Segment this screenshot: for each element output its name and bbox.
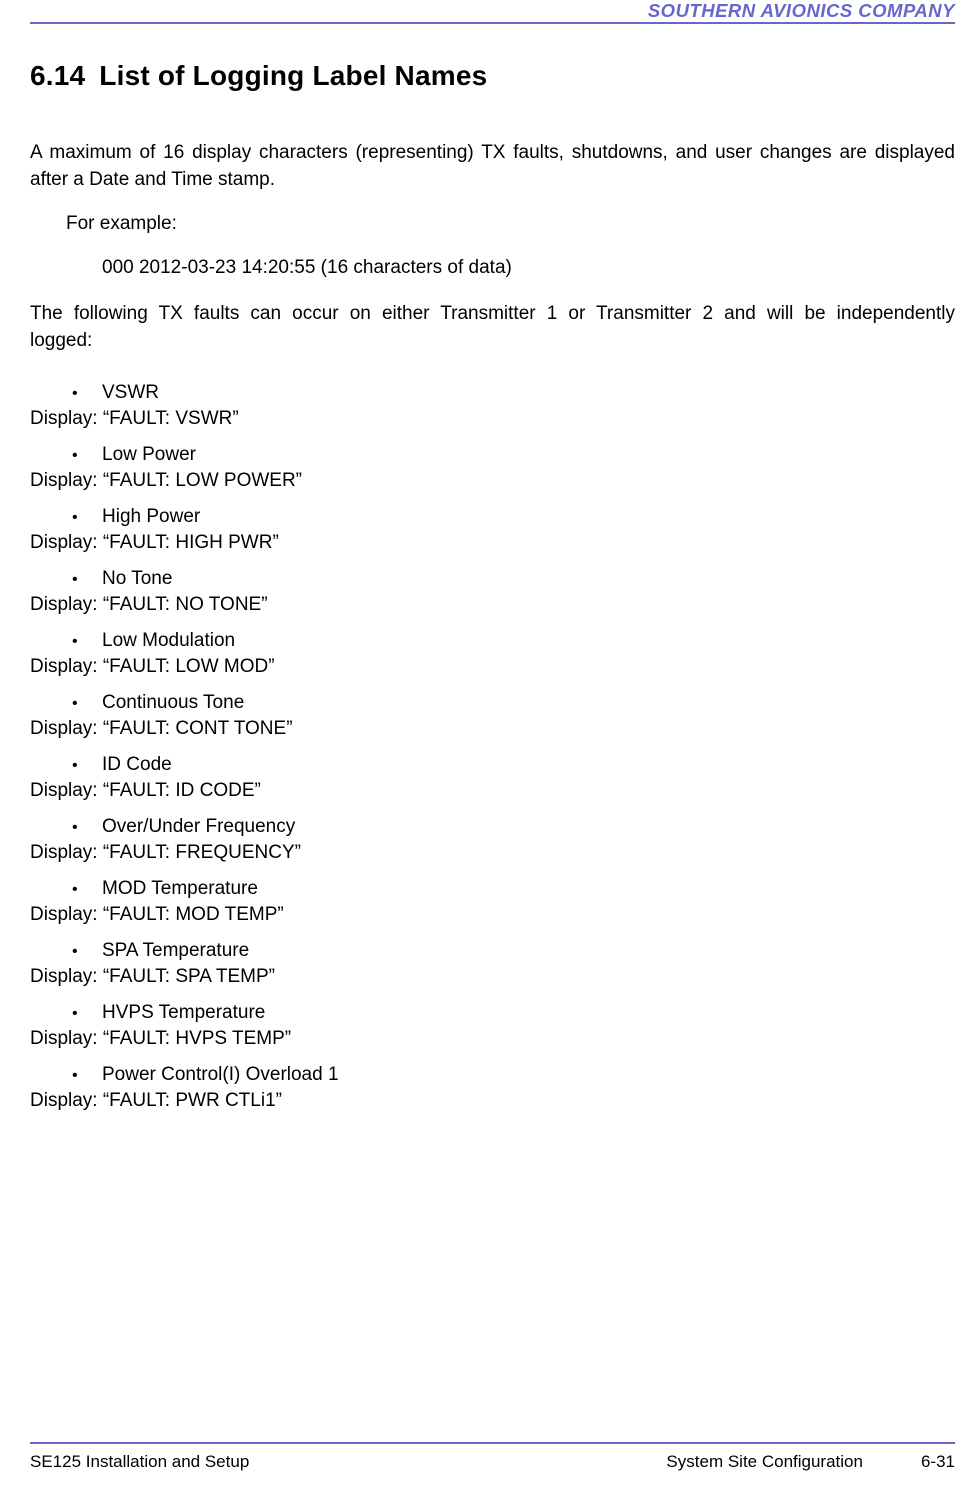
fault-item: • Continuous Tone Display: “FAULT: CONT … xyxy=(30,692,955,740)
footer-right: System Site Configuration 6-31 xyxy=(666,1452,955,1472)
fault-display: Display: “FAULT: ID CODE” xyxy=(30,780,955,802)
example-line: 000 2012-03-23 14:20:55 (16 characters o… xyxy=(102,257,955,279)
fault-name: Low Power xyxy=(102,444,196,466)
fault-display: Display: “FAULT: HVPS TEMP” xyxy=(30,1028,955,1050)
fault-name-row: • Continuous Tone xyxy=(72,692,955,714)
fault-name-row: • MOD Temperature xyxy=(72,878,955,900)
section-heading: 6.14 List of Logging Label Names xyxy=(30,60,955,92)
fault-item: • Low Power Display: “FAULT: LOW POWER” xyxy=(30,444,955,492)
header-rule xyxy=(30,22,955,24)
fault-display: Display: “FAULT: MOD TEMP” xyxy=(30,904,955,926)
page-content: 6.14 List of Logging Label Names A maximu… xyxy=(30,60,955,1126)
bullet-icon: • xyxy=(72,1005,102,1023)
bullet-icon: • xyxy=(72,447,102,465)
fault-name-row: • Power Control(I) Overload 1 xyxy=(72,1064,955,1086)
fault-item: • MOD Temperature Display: “FAULT: MOD T… xyxy=(30,878,955,926)
fault-display: Display: “FAULT: SPA TEMP” xyxy=(30,966,955,988)
fault-item: • ID Code Display: “FAULT: ID CODE” xyxy=(30,754,955,802)
fault-name: Power Control(I) Overload 1 xyxy=(102,1064,339,1086)
fault-name: High Power xyxy=(102,506,200,528)
fault-display: Display: “FAULT: LOW POWER” xyxy=(30,470,955,492)
page-footer: SE125 Installation and Setup System Site… xyxy=(30,1452,955,1472)
fault-item: • Low Modulation Display: “FAULT: LOW MO… xyxy=(30,630,955,678)
bullet-icon: • xyxy=(72,1067,102,1085)
faults-intro: The following TX faults can occur on eit… xyxy=(30,301,955,354)
section-number: 6.14 xyxy=(30,60,85,92)
fault-item: • HVPS Temperature Display: “FAULT: HVPS… xyxy=(30,1002,955,1050)
footer-left: SE125 Installation and Setup xyxy=(30,1452,249,1472)
fault-name-row: • Over/Under Frequency xyxy=(72,816,955,838)
bullet-icon: • xyxy=(72,633,102,651)
fault-display: Display: “FAULT: LOW MOD” xyxy=(30,656,955,678)
fault-display: Display: “FAULT: FREQUENCY” xyxy=(30,842,955,864)
fault-name: Over/Under Frequency xyxy=(102,816,295,838)
fault-display: Display: “FAULT: HIGH PWR” xyxy=(30,532,955,554)
fault-name: ID Code xyxy=(102,754,172,776)
fault-item: • VSWR Display: “FAULT: VSWR” xyxy=(30,382,955,430)
fault-name: VSWR xyxy=(102,382,159,404)
bullet-icon: • xyxy=(72,509,102,527)
fault-name-row: • High Power xyxy=(72,506,955,528)
fault-item: • Over/Under Frequency Display: “FAULT: … xyxy=(30,816,955,864)
fault-item: • No Tone Display: “FAULT: NO TONE” xyxy=(30,568,955,616)
fault-name-row: • ID Code xyxy=(72,754,955,776)
header-company: SOUTHERN AVIONICS COMPANY xyxy=(648,0,955,22)
fault-display: Display: “FAULT: NO TONE” xyxy=(30,594,955,616)
fault-name-row: • VSWR xyxy=(72,382,955,404)
bullet-icon: • xyxy=(72,757,102,775)
fault-name: SPA Temperature xyxy=(102,940,249,962)
fault-name: Continuous Tone xyxy=(102,692,244,714)
footer-rule xyxy=(30,1442,955,1444)
fault-display: Display: “FAULT: CONT TONE” xyxy=(30,718,955,740)
fault-name-row: • Low Modulation xyxy=(72,630,955,652)
section-title: List of Logging Label Names xyxy=(99,60,487,91)
fault-name-row: • No Tone xyxy=(72,568,955,590)
fault-item: • High Power Display: “FAULT: HIGH PWR” xyxy=(30,506,955,554)
fault-list: • VSWR Display: “FAULT: VSWR” • Low Powe… xyxy=(30,382,955,1112)
example-label: For example: xyxy=(66,213,955,235)
bullet-icon: • xyxy=(72,695,102,713)
fault-name-row: • Low Power xyxy=(72,444,955,466)
intro-paragraph: A maximum of 16 display characters (repr… xyxy=(30,140,955,193)
fault-name-row: • HVPS Temperature xyxy=(72,1002,955,1024)
bullet-icon: • xyxy=(72,881,102,899)
bullet-icon: • xyxy=(72,571,102,589)
fault-item: • Power Control(I) Overload 1 Display: “… xyxy=(30,1064,955,1112)
bullet-icon: • xyxy=(72,385,102,403)
fault-name: No Tone xyxy=(102,568,172,590)
footer-center: System Site Configuration xyxy=(666,1452,863,1472)
bullet-icon: • xyxy=(72,943,102,961)
fault-display: Display: “FAULT: VSWR” xyxy=(30,408,955,430)
fault-display: Display: “FAULT: PWR CTLi1” xyxy=(30,1090,955,1112)
footer-page: 6-31 xyxy=(921,1452,955,1472)
fault-name: HVPS Temperature xyxy=(102,1002,265,1024)
fault-item: • SPA Temperature Display: “FAULT: SPA T… xyxy=(30,940,955,988)
fault-name-row: • SPA Temperature xyxy=(72,940,955,962)
bullet-icon: • xyxy=(72,819,102,837)
fault-name: MOD Temperature xyxy=(102,878,258,900)
fault-name: Low Modulation xyxy=(102,630,235,652)
